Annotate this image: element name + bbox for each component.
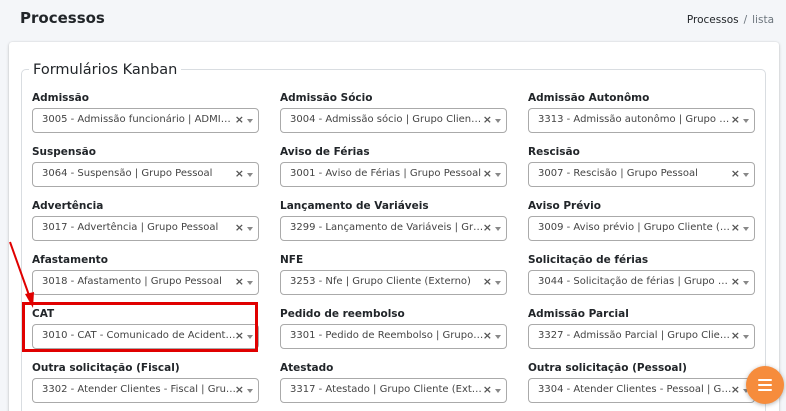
clear-icon[interactable]: ×	[731, 114, 740, 126]
chevron-down-icon[interactable]	[743, 173, 749, 177]
menu-icon-bar	[758, 389, 772, 391]
clear-icon[interactable]: ×	[483, 222, 492, 234]
chevron-down-icon[interactable]	[247, 389, 253, 393]
select-value: 3064 - Suspensão | Grupo Pessoal	[42, 168, 213, 179]
field-label: NFE	[280, 254, 304, 266]
chevron-down-icon[interactable]	[743, 281, 749, 285]
clear-icon[interactable]: ×	[483, 384, 492, 396]
field-label: Admissão Parcial	[528, 308, 629, 320]
menu-icon	[758, 379, 772, 381]
select-value: 3018 - Afastamento | Grupo Pessoal	[42, 276, 222, 287]
select-field[interactable]: 3253 - Nfe | Grupo Cliente (Externo) ×	[280, 270, 507, 295]
select-value: 3253 - Nfe | Grupo Cliente (Externo)	[290, 276, 471, 287]
field-label: Outra solicitação (Fiscal)	[32, 362, 180, 374]
select-field[interactable]: 3327 - Admissão Parcial | Grupo Cliente …	[528, 324, 755, 349]
chevron-down-icon[interactable]	[495, 389, 501, 393]
select-value: 3304 - Atender Clientes - Pessoal | Grup…	[538, 384, 733, 395]
select-field[interactable]: 3301 - Pedido de Reembolso | Grupo Finan…	[280, 324, 507, 349]
select-value: 3007 - Rescisão | Grupo Pessoal	[538, 168, 698, 179]
select-field[interactable]: 3001 - Aviso de Férias | Grupo Pessoal ×	[280, 162, 507, 187]
breadcrumb-current: lista	[752, 14, 774, 26]
breadcrumb-separator: /	[743, 14, 748, 26]
select-value: 3001 - Aviso de Férias | Grupo Pessoal	[290, 168, 481, 179]
field-label: Admissão Sócio	[280, 92, 373, 104]
field-label: Atestado	[280, 362, 334, 374]
field-label: Aviso Prévio	[528, 200, 601, 212]
field-label: Aviso de Férias	[280, 146, 370, 158]
field-label: Pedido de reembolso	[280, 308, 405, 320]
field-label: Rescisão	[528, 146, 580, 158]
field-label: Outra solicitação (Pessoal)	[528, 362, 687, 374]
breadcrumb-link-processos[interactable]: Processos	[687, 14, 739, 26]
breadcrumb: Processos / lista	[687, 14, 774, 26]
select-value: 3299 - Lançamento de Variáveis | Grupo C…	[290, 222, 485, 233]
select-field[interactable]: 3009 - Aviso prévio | Grupo Cliente (Ext…	[528, 216, 755, 241]
clear-icon[interactable]: ×	[235, 276, 244, 288]
select-value: 3017 - Advertência | Grupo Pessoal	[42, 222, 219, 233]
field-label: Afastamento	[32, 254, 108, 266]
select-field[interactable]: 3299 - Lançamento de Variáveis | Grupo C…	[280, 216, 507, 241]
chevron-down-icon[interactable]	[743, 335, 749, 339]
select-field[interactable]: 3007 - Rescisão | Grupo Pessoal ×	[528, 162, 755, 187]
select-field[interactable]: 3304 - Atender Clientes - Pessoal | Grup…	[528, 378, 755, 403]
chevron-down-icon[interactable]	[247, 281, 253, 285]
clear-icon[interactable]: ×	[731, 168, 740, 180]
select-field[interactable]: 3044 - Solicitação de férias | Grupo Cli…	[528, 270, 755, 295]
clear-icon[interactable]: ×	[235, 222, 244, 234]
page-header: Processos Processos / lista	[0, 0, 786, 40]
clear-icon[interactable]: ×	[731, 384, 740, 396]
menu-icon-bar	[758, 384, 772, 386]
field-label: Solicitação de férias	[528, 254, 649, 266]
select-value: 3302 - Atender Clientes - Fiscal | Grupo…	[42, 384, 237, 395]
select-value: 3313 - Admissão autonômo | Grupo Pessoal	[538, 114, 733, 125]
chevron-down-icon[interactable]	[495, 281, 501, 285]
chevron-down-icon[interactable]	[247, 227, 253, 231]
select-field[interactable]: 3302 - Atender Clientes - Fiscal | Grupo…	[32, 378, 259, 403]
chevron-down-icon[interactable]	[495, 119, 501, 123]
select-value: 3004 - Admissão sócio | Grupo Cliente (E…	[290, 114, 485, 125]
clear-icon[interactable]: ×	[235, 168, 244, 180]
clear-icon[interactable]: ×	[731, 330, 740, 342]
clear-icon[interactable]: ×	[483, 276, 492, 288]
field-label: Admissão Autonômo	[528, 92, 650, 104]
field-label: Advertência	[32, 200, 104, 212]
field-label: Admissão	[32, 92, 89, 104]
floating-menu-button[interactable]	[746, 366, 784, 404]
clear-icon[interactable]: ×	[235, 114, 244, 126]
clear-icon[interactable]: ×	[235, 384, 244, 396]
annotation-arrow-icon	[9, 241, 34, 308]
select-field[interactable]: 3064 - Suspensão | Grupo Pessoal ×	[32, 162, 259, 187]
select-value: 3301 - Pedido de Reembolso | Grupo Finan…	[290, 330, 485, 341]
clear-icon[interactable]: ×	[483, 330, 492, 342]
select-value: 3317 - Atestado | Grupo Cliente (Externo…	[290, 384, 485, 395]
chevron-down-icon[interactable]	[247, 173, 253, 177]
clear-icon[interactable]: ×	[731, 276, 740, 288]
chevron-down-icon[interactable]	[743, 227, 749, 231]
select-field[interactable]: 3313 - Admissão autonômo | Grupo Pessoal…	[528, 108, 755, 133]
field-label: Suspensão	[32, 146, 96, 158]
select-value: 3044 - Solicitação de férias | Grupo Cli…	[538, 276, 733, 287]
page-title: Processos	[20, 9, 105, 27]
chevron-down-icon[interactable]	[247, 119, 253, 123]
field-label: Lançamento de Variáveis	[280, 200, 429, 212]
select-value: 3005 - Admissão funcionário | ADMINISTRA…	[42, 114, 237, 125]
clear-icon[interactable]: ×	[483, 168, 492, 180]
select-field[interactable]: 3317 - Atestado | Grupo Cliente (Externo…	[280, 378, 507, 403]
clear-icon[interactable]: ×	[731, 222, 740, 234]
select-value: 3327 - Admissão Parcial | Grupo Cliente …	[538, 330, 733, 341]
chevron-down-icon[interactable]	[495, 227, 501, 231]
chevron-down-icon[interactable]	[743, 119, 749, 123]
chevron-down-icon[interactable]	[495, 173, 501, 177]
select-value: 3009 - Aviso prévio | Grupo Cliente (Ext…	[538, 222, 733, 233]
select-field[interactable]: 3005 - Admissão funcionário | ADMINISTRA…	[32, 108, 259, 133]
select-field[interactable]: 3004 - Admissão sócio | Grupo Cliente (E…	[280, 108, 507, 133]
clear-icon[interactable]: ×	[483, 114, 492, 126]
select-field[interactable]: 3018 - Afastamento | Grupo Pessoal ×	[32, 270, 259, 295]
select-field[interactable]: 3017 - Advertência | Grupo Pessoal ×	[32, 216, 259, 241]
section-legend: Formulários Kanban	[29, 62, 182, 78]
chevron-down-icon[interactable]	[495, 335, 501, 339]
highlight-box	[22, 302, 258, 352]
